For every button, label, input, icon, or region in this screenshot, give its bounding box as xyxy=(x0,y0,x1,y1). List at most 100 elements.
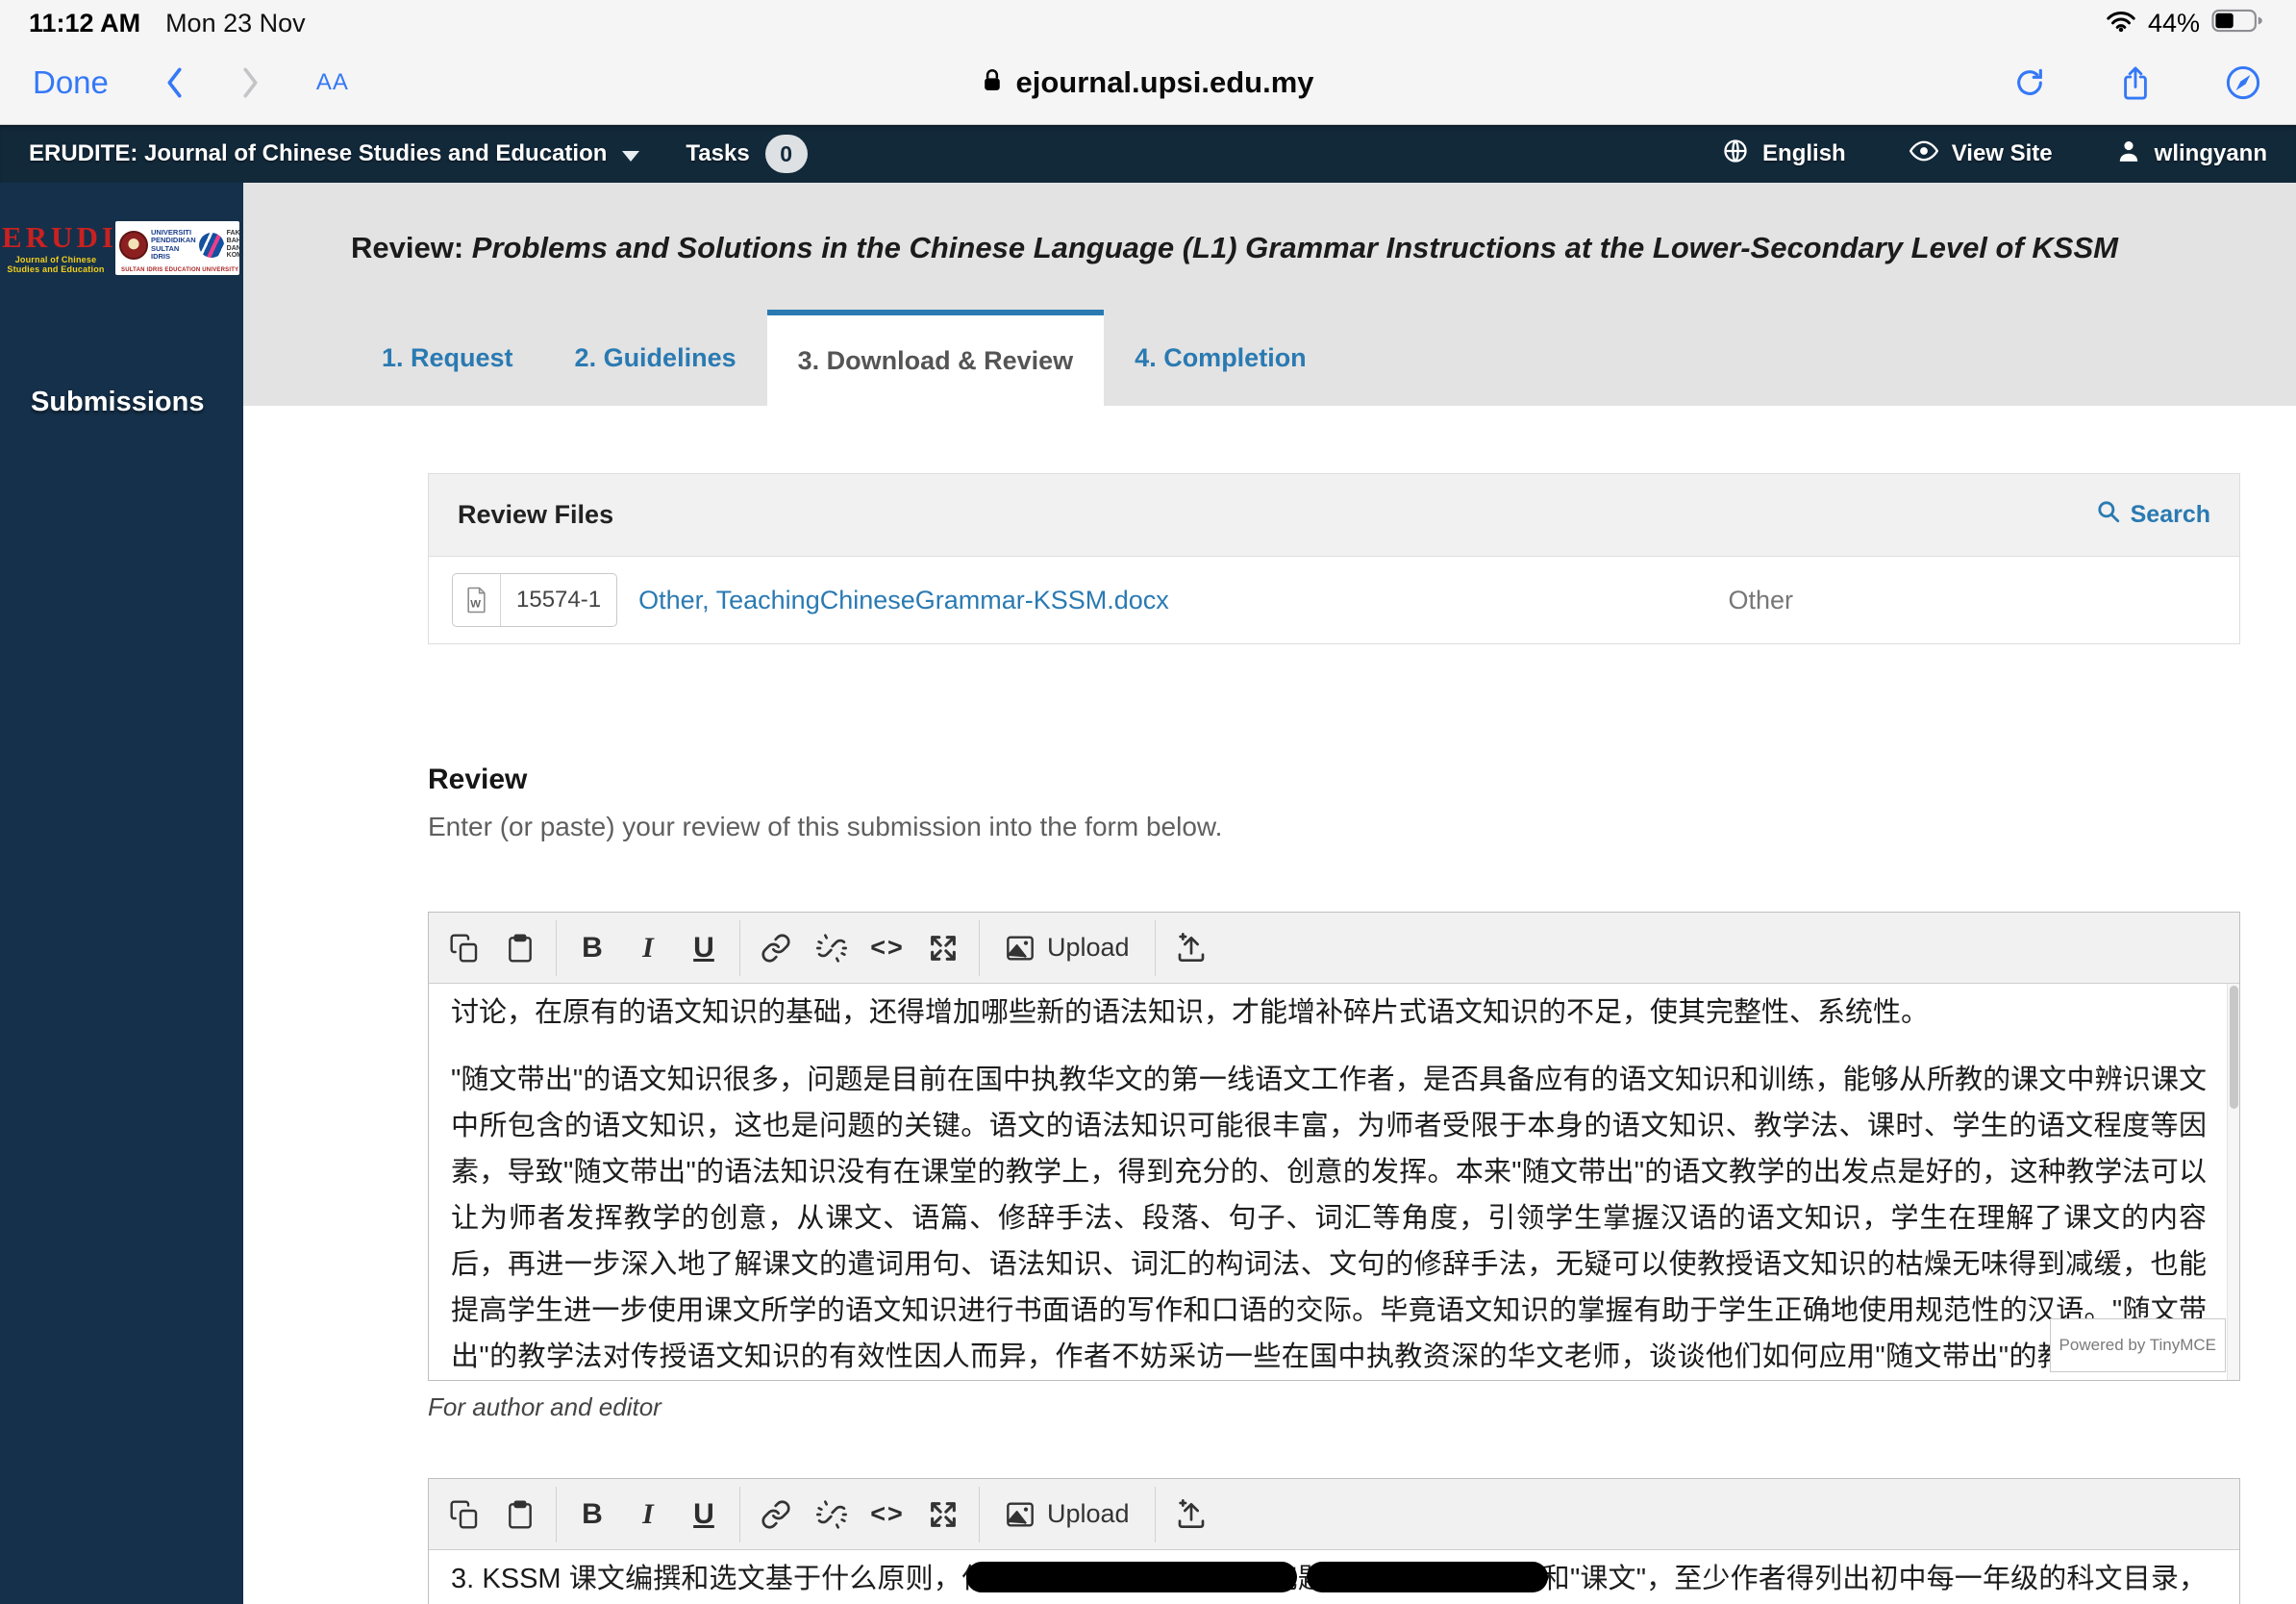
caret-down-icon xyxy=(622,150,640,162)
toolbar-separator xyxy=(739,1486,740,1542)
date: Mon 23 Nov xyxy=(165,8,306,38)
ipad-screen: 11:12 AM Mon 23 Nov 44% Done AA ejournal… xyxy=(0,0,2296,1604)
fullscreen-icon[interactable] xyxy=(915,919,971,977)
globe-icon xyxy=(1722,138,1749,171)
toolbar-separator xyxy=(556,1486,557,1542)
tab-completion[interactable]: 4. Completion xyxy=(1104,310,1337,406)
toolbar-separator xyxy=(979,919,980,976)
code-button[interactable]: <> xyxy=(860,919,915,977)
submission-title: Problems and Solutions in the Chinese La… xyxy=(471,231,2118,264)
seal-caption: SULTAN IDRIS EDUCATION UNIVERSITY xyxy=(121,267,239,273)
lock-icon xyxy=(982,67,1002,98)
safari-toolbar: Done AA ejournal.upsi.edu.my xyxy=(0,40,2296,125)
link-icon[interactable] xyxy=(748,919,804,977)
files-search-button[interactable]: Search xyxy=(2096,499,2210,531)
upload-image-button[interactable]: Upload xyxy=(987,1486,1147,1543)
image-icon xyxy=(1005,1499,1036,1530)
tasks-label: Tasks xyxy=(686,140,750,166)
word-document-icon xyxy=(453,574,501,626)
unlink-icon[interactable] xyxy=(804,919,860,977)
journal-name: ERUDITE: Journal of Chinese Studies and … xyxy=(29,140,608,166)
share-icon[interactable] xyxy=(2119,64,2152,102)
address-bar[interactable]: ejournal.upsi.edu.my xyxy=(982,40,1314,125)
title-band: Review: Problems and Solutions in the Ch… xyxy=(243,183,2296,406)
faculty-globe-icon xyxy=(198,232,224,258)
review-paragraph: 讨论，在原有的语文知识的基础，还得增加哪些新的语法知识，才能增补碎片式语文知识的… xyxy=(451,997,1930,1028)
review-text-area[interactable]: 讨论，在原有的语文知识的基础，还得增加哪些新的语法知识，才能增补碎片式语文知识的… xyxy=(429,984,2239,1380)
underline-button[interactable]: U xyxy=(676,1486,732,1543)
ojs-topbar: ERUDITE: Journal of Chinese Studies and … xyxy=(0,125,2296,183)
done-button[interactable]: Done xyxy=(33,64,109,101)
review-description: Enter (or paste) your review of this sub… xyxy=(428,812,1223,841)
battery-icon xyxy=(2211,8,2267,38)
review-form-section: Review Enter (or paste) your review of t… xyxy=(428,764,2240,842)
toolbar-separator xyxy=(1154,919,1156,976)
toolbar-separator xyxy=(556,919,557,976)
bold-button[interactable]: B xyxy=(564,919,620,977)
username: wlingyann xyxy=(2154,140,2267,166)
scrollbar-thumb[interactable] xyxy=(2230,986,2238,1109)
upload-image-button[interactable]: Upload xyxy=(987,919,1147,977)
journal-switcher[interactable]: ERUDITE: Journal of Chinese Studies and … xyxy=(29,140,640,167)
author-editor-text-area[interactable]: 3. KSSM 课文编撰和选文基于什么原则，作者完全没有讨论，而研究题目显然包括… xyxy=(429,1550,2239,1604)
wifi-icon xyxy=(2106,9,2136,38)
sidebar: ERUDITE Journal of Chinese Studies and E… xyxy=(0,183,243,1604)
toolbar-separator xyxy=(739,919,740,976)
review-paragraph: "随文带出"的语文知识很多，问题是目前在国中执教华文的第一线语文工作者，是否具备… xyxy=(451,1065,2207,1372)
copy-icon[interactable] xyxy=(437,919,492,977)
reload-icon[interactable] xyxy=(2013,66,2046,99)
editor-scrollbar[interactable] xyxy=(2227,984,2239,1380)
tab-download-review[interactable]: 3. Download & Review xyxy=(766,310,1105,406)
journal-logo: ERUDITE Journal of Chinese Studies and E… xyxy=(2,221,239,275)
fullscreen-icon[interactable] xyxy=(915,1486,971,1543)
link-icon[interactable] xyxy=(748,1486,804,1543)
tab-guidelines[interactable]: 2. Guidelines xyxy=(544,310,767,406)
upload-tray-icon[interactable] xyxy=(1163,1486,1219,1543)
editor-toolbar: B I U <> Upload xyxy=(429,1479,2239,1550)
page-title: Review: Problems and Solutions in the Ch… xyxy=(351,231,2118,264)
code-button[interactable]: <> xyxy=(860,1486,915,1543)
university-logo: UNIVERSITI PENDIDIKAN SULTAN IDRIS FAKUL… xyxy=(115,221,239,275)
paste-icon[interactable] xyxy=(492,919,548,977)
paste-icon[interactable] xyxy=(492,1486,548,1543)
file-id: 15574-1 xyxy=(516,587,602,613)
status-bar: 11:12 AM Mon 23 Nov 44% xyxy=(0,0,2296,40)
compass-icon[interactable] xyxy=(2225,64,2261,101)
copy-icon[interactable] xyxy=(437,1486,492,1543)
redaction-bar xyxy=(1307,1562,1548,1592)
bold-button[interactable]: B xyxy=(564,1486,620,1543)
author-editor-review-editor: B I U <> Upload 3. KSSM xyxy=(428,1478,2240,1604)
file-download-link[interactable]: Other, TeachingChineseGrammar-KSSM.docx xyxy=(638,586,1169,615)
user-icon xyxy=(2116,138,2141,170)
back-chevron-icon[interactable] xyxy=(164,66,185,99)
eye-icon xyxy=(1909,139,1938,169)
review-step-tabs: 1. Request 2. Guidelines 3. Download & R… xyxy=(351,310,1337,406)
review-editor: B I U <> Upload 讨论，在原有的语文知识的基础，还得增加哪些新的语… xyxy=(428,912,2240,1381)
sidebar-item-submissions[interactable]: Submissions xyxy=(31,387,243,418)
redaction-bar xyxy=(966,1562,1297,1592)
main-content: Review: Problems and Solutions in the Ch… xyxy=(243,183,2296,1604)
review-files-panel: Review Files Search 15574-1 Other, Teach… xyxy=(428,473,2240,644)
erudite-logo: ERUDITE Journal of Chinese Studies and E… xyxy=(2,220,165,274)
tasks-count-badge: 0 xyxy=(764,135,808,173)
italic-button[interactable]: I xyxy=(620,1486,676,1543)
reader-aa-button[interactable]: AA xyxy=(316,69,349,96)
language-menu[interactable]: English xyxy=(1722,138,1846,171)
file-row: 15574-1 Other, TeachingChineseGrammar-KS… xyxy=(429,557,2239,643)
toolbar-separator xyxy=(979,1486,980,1542)
user-menu[interactable]: wlingyann xyxy=(2116,138,2267,170)
italic-button[interactable]: I xyxy=(620,919,676,977)
review-files-title: Review Files xyxy=(458,500,614,529)
view-site-link[interactable]: View Site xyxy=(1909,139,2053,169)
file-type-label: Other xyxy=(1728,585,1793,614)
tab-request[interactable]: 1. Request xyxy=(351,310,544,406)
review-heading: Review xyxy=(428,764,528,795)
clock: 11:12 AM xyxy=(29,8,141,38)
tasks-button[interactable]: Tasks 0 xyxy=(686,135,808,173)
unlink-icon[interactable] xyxy=(804,1486,860,1543)
url-text: ejournal.upsi.edu.my xyxy=(1015,65,1314,99)
tinymce-badge: Powered by TinyMCE xyxy=(2049,1318,2226,1372)
upload-tray-icon[interactable] xyxy=(1163,919,1219,977)
forward-chevron-icon[interactable] xyxy=(240,66,261,99)
underline-button[interactable]: U xyxy=(676,919,732,977)
